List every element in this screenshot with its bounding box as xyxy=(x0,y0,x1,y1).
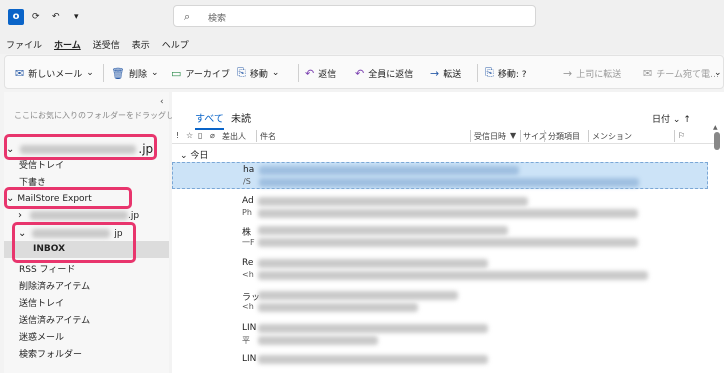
chevron-down-icon: ⌄ xyxy=(672,115,681,125)
col-category[interactable]: 分類項目 xyxy=(548,131,580,142)
blurred-text xyxy=(258,355,488,364)
tab-all[interactable]: すべて xyxy=(195,110,224,130)
mail-icon: ✉ xyxy=(643,66,653,80)
folder-outbox[interactable]: 送信トレイ xyxy=(19,296,64,309)
sort-down-icon: ▼ xyxy=(510,131,517,140)
blurred-text xyxy=(30,211,128,220)
search-icon: ⌕ xyxy=(184,10,191,23)
blurred-text xyxy=(258,336,378,345)
blurred-text xyxy=(258,209,638,218)
search-box[interactable]: ⌕ 検索 xyxy=(173,5,536,27)
sort-by-date[interactable]: 日付 ⌄ ↑ xyxy=(652,112,691,125)
doc-icon[interactable]: ▯ xyxy=(198,131,202,140)
refresh-icon[interactable]: ⟳ xyxy=(32,9,40,25)
message-row[interactable]: ha /S xyxy=(172,162,708,189)
blurred-text xyxy=(258,226,508,235)
folder-rss[interactable]: RSS フィード xyxy=(19,262,75,275)
quick-step-move[interactable]: ⎘ 移動: ? xyxy=(485,65,526,81)
chevron-down-icon: ⌄ xyxy=(86,68,94,78)
quick-step-to-manager[interactable]: → 上司に転送 xyxy=(563,65,621,81)
col-from[interactable]: 差出人 xyxy=(222,131,246,142)
message-row[interactable]: LIN 平 xyxy=(172,321,708,348)
reminder-icon[interactable]: ☆ xyxy=(186,131,193,140)
column-header: ! ☆ ▯ ⌀ 差出人 件名 受信日時 ▼ サイズ 分類項目 メンション ⚐ xyxy=(172,128,716,144)
message-row[interactable]: ラッ <h xyxy=(172,288,708,315)
blurred-text xyxy=(258,291,458,300)
forward-button[interactable]: → 転送 xyxy=(430,65,461,81)
folder-search[interactable]: 検索フォルダー xyxy=(19,347,82,360)
blurred-text xyxy=(259,166,519,175)
col-received[interactable]: 受信日時 xyxy=(474,131,506,142)
highlight-box-1 xyxy=(4,134,157,160)
menu-file[interactable]: ファイル xyxy=(6,38,42,51)
arrow-right-icon: → xyxy=(563,66,573,80)
blurred-text xyxy=(258,324,488,333)
chevron-down-icon: ⌄ xyxy=(271,68,280,78)
mail-icon: ✉ xyxy=(15,66,25,80)
blurred-text xyxy=(258,238,638,247)
favorites-hint: ここにお気に入りのフォルダーをドラッグします xyxy=(14,111,190,120)
blurred-text xyxy=(259,178,639,187)
highlight-box-2 xyxy=(4,187,132,209)
reply-all-icon: ↶ xyxy=(355,66,365,80)
collapse-pane-icon[interactable]: ‹ xyxy=(160,97,164,107)
flag-icon[interactable]: ⚐ xyxy=(678,131,685,140)
archive-icon: ▭ xyxy=(171,66,182,80)
chevron-down-icon: ⌄ xyxy=(150,68,159,78)
mailstore-sub-account[interactable]: › .jp xyxy=(18,210,139,221)
blurred-text xyxy=(258,259,488,268)
blurred-text xyxy=(258,197,528,206)
folder-icon: ⎘ xyxy=(485,66,494,79)
reply-all-button[interactable]: ↶ 全員に返信 xyxy=(355,65,413,81)
group-today[interactable]: ⌄ 今日 xyxy=(180,148,208,161)
blurred-text xyxy=(258,271,648,280)
quick-step-team-mail[interactable]: ✉ チーム宛て電… xyxy=(643,65,719,81)
trash-icon: 🗑 xyxy=(111,66,125,80)
menu-view[interactable]: 表示 xyxy=(132,38,150,51)
reply-button[interactable]: ↶ 返信 xyxy=(305,65,336,81)
menu-bar: ファイル ホーム 送受信 表示 ヘルプ xyxy=(0,34,724,54)
message-row[interactable]: LIN xyxy=(172,352,708,373)
outlook-logo-icon: o xyxy=(8,9,24,25)
highlight-box-3 xyxy=(12,222,136,263)
move-button[interactable]: ⎘ 移動 ⌄ xyxy=(237,65,279,81)
scrollbar[interactable] xyxy=(714,132,720,150)
delete-button[interactable]: 🗑 削除 ⌄ xyxy=(111,65,159,81)
archive-button[interactable]: ▭ アーカイブ xyxy=(171,65,230,81)
importance-icon[interactable]: ! xyxy=(176,131,179,140)
menu-help[interactable]: ヘルプ xyxy=(162,38,189,51)
chevron-down-icon: ⌄ xyxy=(180,151,188,161)
reply-icon: ↶ xyxy=(305,66,315,80)
forward-icon: → xyxy=(430,66,440,80)
sort-up-icon: ↑ xyxy=(683,115,691,125)
col-subject[interactable]: 件名 xyxy=(260,131,276,142)
menu-home[interactable]: ホーム xyxy=(54,38,81,51)
message-row[interactable]: 株 一F xyxy=(172,223,708,250)
chevron-right-icon: › xyxy=(18,210,22,221)
customize-qat-icon[interactable]: ▾ xyxy=(74,9,79,25)
ribbon: ✉ 新しいメール ⌄ 🗑 削除 ⌄ ▭ アーカイブ ⎘ 移動 ⌄ ↶ 返信 ↶ 全員に返信 → 転送… xyxy=(4,55,724,89)
menu-send-receive[interactable]: 送受信 xyxy=(93,38,120,51)
undo-icon[interactable]: ↶ xyxy=(52,9,60,25)
folder-junk[interactable]: 迷惑メール xyxy=(19,330,64,343)
more-icon[interactable]: ⌄ xyxy=(714,65,722,81)
folder-deleted[interactable]: 削除済みアイテム xyxy=(19,279,90,292)
folder-sent[interactable]: 送信済みアイテム xyxy=(19,313,90,326)
col-mention[interactable]: メンション xyxy=(592,131,632,142)
message-row[interactable]: Re <h xyxy=(172,256,708,283)
message-row[interactable]: Ad Ph xyxy=(172,194,708,221)
scroll-up-icon[interactable]: ▲ xyxy=(713,124,718,131)
folder-move-icon: ⎘ xyxy=(237,66,246,79)
new-mail-button[interactable]: ✉ 新しいメール ⌄ xyxy=(15,65,94,81)
blurred-text xyxy=(258,303,418,312)
attachment-icon[interactable]: ⌀ xyxy=(210,131,215,140)
search-placeholder: 検索 xyxy=(208,14,227,24)
tab-unread[interactable]: 未読 xyxy=(231,110,251,125)
